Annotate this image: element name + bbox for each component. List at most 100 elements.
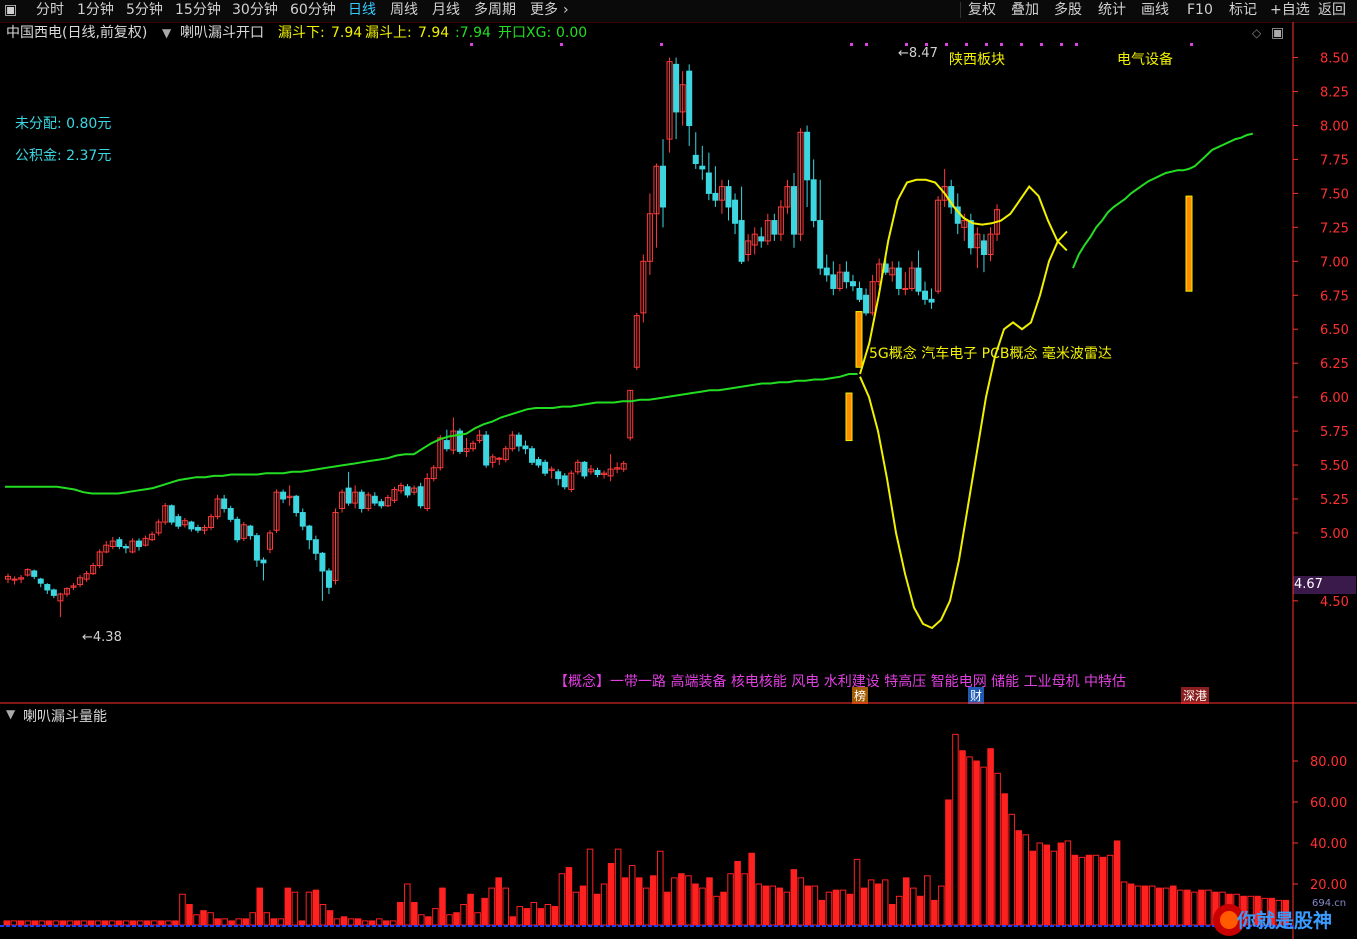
candle-body (312, 539, 319, 554)
volume-bar (193, 914, 200, 926)
volume-bar (888, 904, 896, 926)
volume-bar (502, 887, 509, 926)
volume-bar (354, 918, 362, 926)
volume-bar (481, 897, 488, 926)
y-tick-label: 5.50 (1320, 459, 1349, 474)
candle-body (849, 281, 856, 287)
volume-bar (776, 887, 784, 926)
y-tick-label: 7.00 (1320, 255, 1349, 270)
candle-body (555, 471, 562, 480)
volume-bar (439, 887, 446, 926)
signal-dot (1020, 43, 1023, 46)
candle-body (253, 535, 260, 561)
candle-body (136, 540, 142, 548)
volume-bar (874, 883, 882, 926)
volume-bar (959, 750, 966, 926)
watermark-site: 694.cn (1312, 898, 1347, 909)
volume-bar (38, 920, 46, 926)
volume-bar (628, 865, 636, 926)
volume-bar (1170, 885, 1177, 926)
volume-bar (108, 920, 116, 926)
volume-bar (1085, 854, 1093, 926)
candle-body (11, 578, 18, 581)
volume-bar (460, 904, 467, 926)
candle-body (673, 63, 680, 113)
candle-body (758, 236, 765, 242)
volume-bar (614, 848, 622, 926)
volume-bar (713, 895, 720, 926)
y-tick-label: 5.75 (1320, 425, 1349, 440)
volume-bar (242, 918, 249, 926)
volume-bar (1078, 856, 1086, 926)
candle-body (260, 559, 267, 564)
candle-body (50, 589, 57, 596)
signal-bar (1185, 195, 1193, 292)
candle-body (922, 290, 928, 300)
candle-body (496, 457, 503, 460)
volume-bar (917, 895, 924, 926)
volume-bar (755, 883, 762, 926)
volume-bar (453, 912, 460, 926)
volume-bar (1029, 850, 1037, 926)
volume-bar (1050, 850, 1058, 926)
volume-bar (361, 920, 369, 926)
volume-bar (579, 885, 587, 926)
candle-body (175, 516, 182, 527)
volume-bar (945, 799, 952, 926)
y-tick-label: 5.00 (1320, 527, 1349, 542)
y-tick-label: 7.50 (1320, 187, 1349, 202)
volume-bar (59, 920, 67, 926)
volume-bar (1043, 844, 1051, 926)
volume-bar (748, 852, 755, 926)
candle-body (37, 578, 44, 584)
signal-dot (865, 43, 868, 46)
candle-body (345, 487, 352, 504)
signal-bar (845, 392, 853, 442)
volume-bar (1071, 854, 1079, 926)
volume-bar (3, 920, 11, 926)
volume-bar (115, 920, 123, 926)
volume-bar (825, 891, 833, 926)
candle-body (319, 552, 326, 572)
volume-bar (467, 893, 474, 926)
candle-body (823, 267, 830, 276)
candle-body (980, 240, 987, 256)
volume-bar (172, 920, 179, 926)
candle-body (122, 546, 129, 549)
volume-bar (319, 904, 327, 926)
vol-tick-label: 40.00 (1310, 837, 1347, 852)
volume-bar (1099, 856, 1107, 926)
y-tick-label: 6.50 (1320, 323, 1349, 338)
candle-body (293, 495, 300, 514)
candle-body (234, 518, 241, 541)
volume-bar (1092, 854, 1100, 926)
volume-bar (73, 920, 81, 926)
candle-body (358, 491, 365, 509)
candle-body (771, 220, 778, 235)
volume-bar (474, 912, 481, 926)
volume-bar (769, 885, 777, 926)
volume-bar (151, 920, 158, 926)
candle-body (791, 186, 797, 235)
candle-body (967, 220, 974, 249)
candle-body (660, 165, 666, 208)
volume-bar (446, 914, 453, 926)
volume-bar (867, 879, 875, 926)
y-tick-label: 5.25 (1320, 493, 1349, 508)
volume-bar (607, 863, 615, 926)
candle-body (116, 539, 123, 548)
y-tick-label: 6.75 (1320, 289, 1349, 304)
volume-bar (523, 908, 531, 926)
volume-bar (256, 887, 264, 926)
volume-bar (762, 885, 769, 926)
volume-bar (263, 912, 271, 926)
volume-bar (572, 891, 580, 926)
volume-bar (664, 891, 671, 926)
volume-bar (797, 877, 805, 926)
volume-bar (860, 887, 868, 926)
volume-bar (720, 891, 727, 926)
candle-body (581, 461, 588, 477)
volume-bar (52, 920, 60, 926)
volume-bar (1022, 834, 1029, 926)
volume-bar (621, 877, 629, 926)
